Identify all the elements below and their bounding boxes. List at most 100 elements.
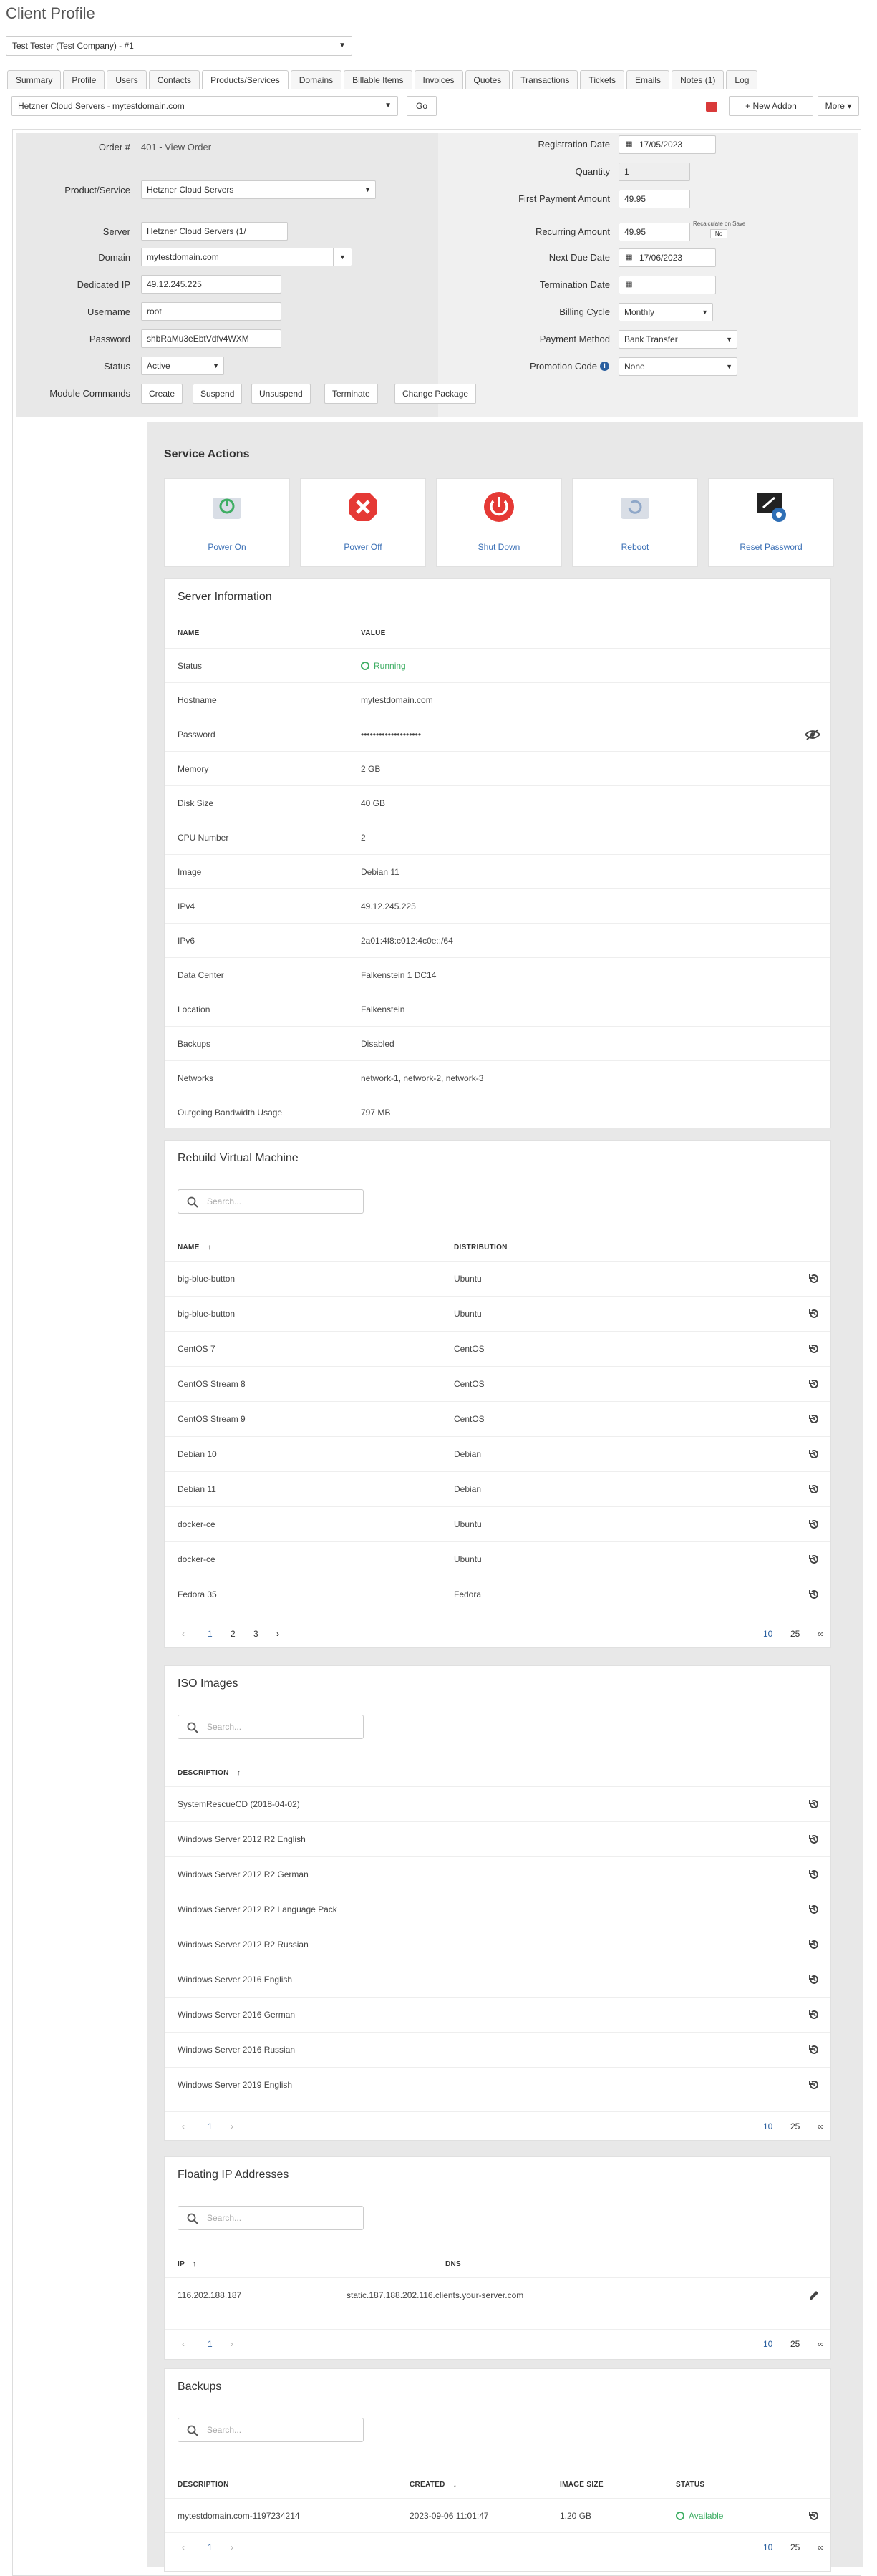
restore-icon[interactable] <box>808 1448 820 1461</box>
module-button-4[interactable]: Change Package <box>394 384 477 404</box>
quantity-input[interactable]: 1 <box>619 163 690 181</box>
page-size-2[interactable]: ∞ <box>818 2533 824 2562</box>
restore-icon[interactable] <box>808 1272 820 1285</box>
restore-icon[interactable] <box>808 1307 820 1320</box>
tab-7[interactable]: Invoices <box>414 70 463 89</box>
restore-icon[interactable] <box>808 1553 820 1566</box>
page-1[interactable]: 1 <box>208 1619 213 1648</box>
edit-icon[interactable] <box>808 2289 820 2302</box>
status-select[interactable]: Active ▼ <box>141 357 224 375</box>
action-power-off[interactable]: Power Off <box>300 478 426 567</box>
product-select[interactable]: Hetzner Cloud Servers ▼ <box>141 180 376 199</box>
next-due-input[interactable]: ▦ 17/06/2023 <box>619 248 716 267</box>
client-select[interactable]: Test Tester (Test Company) - #1 ▼ <box>6 36 352 56</box>
restore-icon[interactable] <box>808 2043 820 2056</box>
service-select[interactable]: Hetzner Cloud Servers - mytestdomain.com… <box>11 96 398 116</box>
prev-page-icon[interactable]: ‹ <box>182 2112 185 2141</box>
password-input[interactable]: shbRaMu3eEbtVdfv4WXM <box>141 329 281 348</box>
order-value[interactable]: 401 - View Order <box>141 136 211 159</box>
page-size-0[interactable]: 10 <box>763 2330 772 2358</box>
termination-input[interactable]: ▦ <box>619 276 716 294</box>
page-1[interactable]: 1 <box>208 2533 213 2562</box>
prev-page-icon[interactable]: ‹ <box>182 2330 185 2358</box>
go-button[interactable]: Go <box>407 96 437 116</box>
next-page-icon[interactable]: › <box>231 2533 233 2562</box>
col-description[interactable]: DESCRIPTION ↑ <box>178 1769 241 1777</box>
restore-icon[interactable] <box>808 1588 820 1601</box>
iso-search-input[interactable]: Search... <box>178 1715 364 1739</box>
reg-date-input[interactable]: ▦ 17/05/2023 <box>619 135 716 154</box>
col-ip[interactable]: IP ↑ <box>178 2260 196 2268</box>
page-size-1[interactable]: 25 <box>790 2533 800 2562</box>
prev-page-icon[interactable]: ‹ <box>182 1619 185 1648</box>
rebuild-search-input[interactable]: Search... <box>178 1189 364 1214</box>
restore-icon[interactable] <box>808 1938 820 1951</box>
action-reset-password[interactable]: Reset Password <box>708 478 834 567</box>
restore-icon[interactable] <box>808 1903 820 1916</box>
restore-icon[interactable] <box>808 1413 820 1425</box>
restore-icon[interactable] <box>808 2509 820 2522</box>
page-size-0[interactable]: 10 <box>763 1619 772 1648</box>
page-size-1[interactable]: 25 <box>790 1619 800 1648</box>
dedicated-ip-input[interactable]: 49.12.245.225 <box>141 275 281 294</box>
tab-1[interactable]: Profile <box>63 70 105 89</box>
new-addon-button[interactable]: + New Addon <box>729 96 813 116</box>
billing-cycle-select[interactable]: Monthly ▼ <box>619 303 713 321</box>
page-1[interactable]: 1 <box>208 2112 213 2141</box>
module-button-1[interactable]: Suspend <box>193 384 243 404</box>
recurring-input[interactable]: 49.95 <box>619 223 690 241</box>
tab-2[interactable]: Users <box>107 70 147 89</box>
info-icon[interactable]: i <box>600 362 609 371</box>
domain-input[interactable]: mytestdomain.com ▼ <box>141 248 352 266</box>
action-shutdown[interactable]: Shut Down <box>436 478 562 567</box>
restore-icon[interactable] <box>808 1483 820 1496</box>
page-2[interactable]: 2 <box>231 1619 236 1648</box>
page-size-0[interactable]: 10 <box>763 2533 772 2562</box>
tab-6[interactable]: Billable Items <box>344 70 412 89</box>
restore-icon[interactable] <box>808 1973 820 1986</box>
page-size-1[interactable]: 25 <box>790 2330 800 2358</box>
username-input[interactable]: root <box>141 302 281 321</box>
tab-9[interactable]: Transactions <box>512 70 578 89</box>
next-page-icon[interactable]: › <box>231 2112 233 2141</box>
page-size-1[interactable]: 25 <box>790 2112 800 2141</box>
next-page-icon[interactable]: › <box>231 2330 233 2358</box>
restore-icon[interactable] <box>808 2008 820 2021</box>
action-reboot[interactable]: Reboot <box>572 478 698 567</box>
prev-page-icon[interactable]: ‹ <box>182 2533 185 2562</box>
restore-icon[interactable] <box>808 2078 820 2091</box>
tab-11[interactable]: Emails <box>626 70 670 89</box>
tab-3[interactable]: Contacts <box>148 70 200 89</box>
page-size-0[interactable]: 10 <box>763 2112 772 2141</box>
recalc-toggle[interactable]: No <box>710 229 727 238</box>
payment-method-select[interactable]: Bank Transfer ▼ <box>619 330 737 349</box>
promo-select[interactable]: None ▼ <box>619 357 737 376</box>
backups-search-input[interactable]: Search... <box>178 2418 364 2442</box>
more-button[interactable]: More ▾ <box>818 96 859 116</box>
tab-8[interactable]: Quotes <box>465 70 510 89</box>
tab-12[interactable]: Notes (1) <box>672 70 725 89</box>
delete-icon[interactable] <box>706 102 717 112</box>
module-button-2[interactable]: Unsuspend <box>251 384 311 404</box>
col-created[interactable]: CREATED ↓ <box>410 2481 457 2489</box>
action-power-on[interactable]: Power On <box>164 478 290 567</box>
eye-slash-icon[interactable] <box>805 728 820 741</box>
restore-icon[interactable] <box>808 1833 820 1846</box>
server-select[interactable]: Hetzner Cloud Servers (1/ <box>141 222 288 241</box>
page-size-2[interactable]: ∞ <box>818 1619 824 1648</box>
restore-icon[interactable] <box>808 1342 820 1355</box>
floating-search-input[interactable]: Search... <box>178 2206 364 2230</box>
restore-icon[interactable] <box>808 1518 820 1531</box>
tab-5[interactable]: Domains <box>290 70 342 89</box>
restore-icon[interactable] <box>808 1868 820 1881</box>
page-1[interactable]: 1 <box>208 2330 213 2358</box>
restore-icon[interactable] <box>808 1798 820 1811</box>
module-button-3[interactable]: Terminate <box>324 384 378 404</box>
page-size-2[interactable]: ∞ <box>818 2330 824 2358</box>
page-size-2[interactable]: ∞ <box>818 2112 824 2141</box>
next-page-icon[interactable]: › <box>276 1619 279 1648</box>
chevron-down-icon[interactable]: ▼ <box>333 248 352 266</box>
tab-0[interactable]: Summary <box>7 70 62 89</box>
tab-13[interactable]: Log <box>726 70 758 89</box>
first-payment-input[interactable]: 49.95 <box>619 190 690 208</box>
